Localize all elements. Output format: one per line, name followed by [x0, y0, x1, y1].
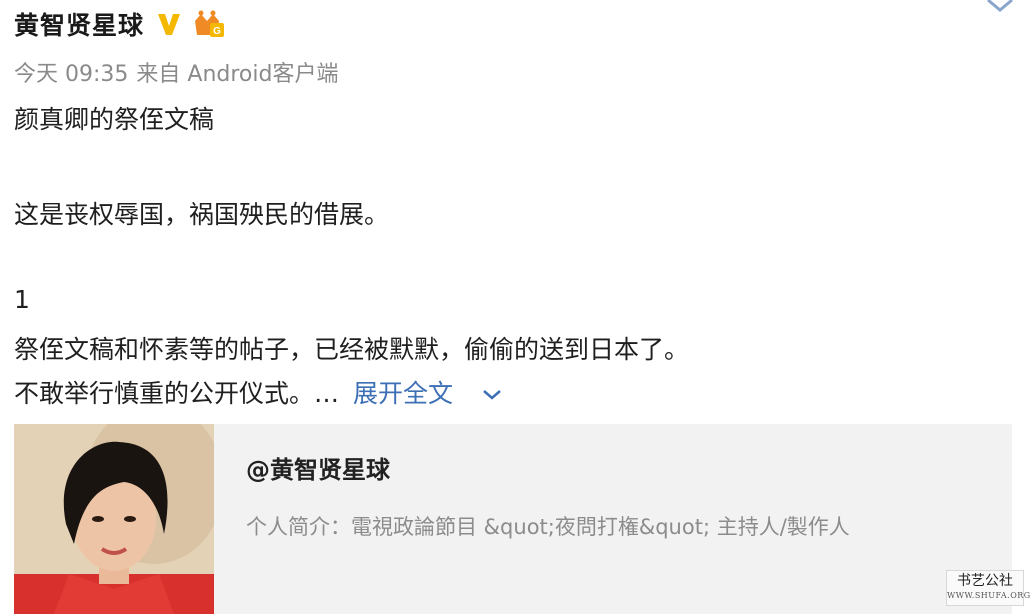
post-meta: 今天 09:35 来自 Android客户端	[14, 56, 346, 88]
profile-card[interactable]: @黄智贤星球 个人简介：電視政論節目 &quot;夜問打権&quot; 主持人/…	[14, 424, 1012, 614]
post-text-line: 这是丧权辱国，祸国殃民的借展。	[14, 200, 390, 229]
expand-full-text-link[interactable]: 展开全文	[353, 379, 453, 408]
profile-card-description: 个人简介：電視政論節目 &quot;夜問打権&quot; 主持人/製作人	[246, 515, 850, 539]
post-menu-chevron-icon[interactable]	[984, 0, 1016, 16]
watermark-logo: 书艺公社 WWW.SHUFA.ORG	[946, 570, 1030, 606]
post-time: 今天 09:35	[14, 62, 129, 87]
watermark-site: WWW.SHUFA.ORG	[947, 591, 1030, 600]
post-text-line: 祭侄文稿和怀素等的帖子，已经被默默，偷偷的送到日本了。	[14, 335, 690, 364]
profile-card-title[interactable]: @黄智贤星球	[246, 450, 850, 485]
post-header: 黄智贤星球 G	[14, 6, 226, 42]
expand-chevron-icon[interactable]	[481, 387, 503, 403]
verified-icon	[158, 14, 181, 35]
avatar-portrait-image	[14, 424, 214, 614]
watermark-text: 书艺公社	[957, 573, 1013, 589]
username[interactable]: 黄智贤星球	[14, 6, 144, 42]
post-text-line: 1	[14, 285, 30, 314]
post-text-line: 不敢举行慎重的公开仪式。…	[14, 379, 340, 408]
svg-text:G: G	[213, 26, 221, 37]
post-text-last-line: 不敢举行慎重的公开仪式。… 展开全文	[14, 374, 503, 410]
post-source[interactable]: 来自 Android客户端	[136, 62, 338, 87]
member-crown-icon: G	[195, 10, 225, 37]
avatar	[14, 424, 214, 614]
profile-card-text: @黄智贤星球 个人简介：電視政論節目 &quot;夜問打権&quot; 主持人/…	[214, 424, 850, 614]
post-text-line: 颜真卿的祭侄文稿	[14, 105, 215, 134]
